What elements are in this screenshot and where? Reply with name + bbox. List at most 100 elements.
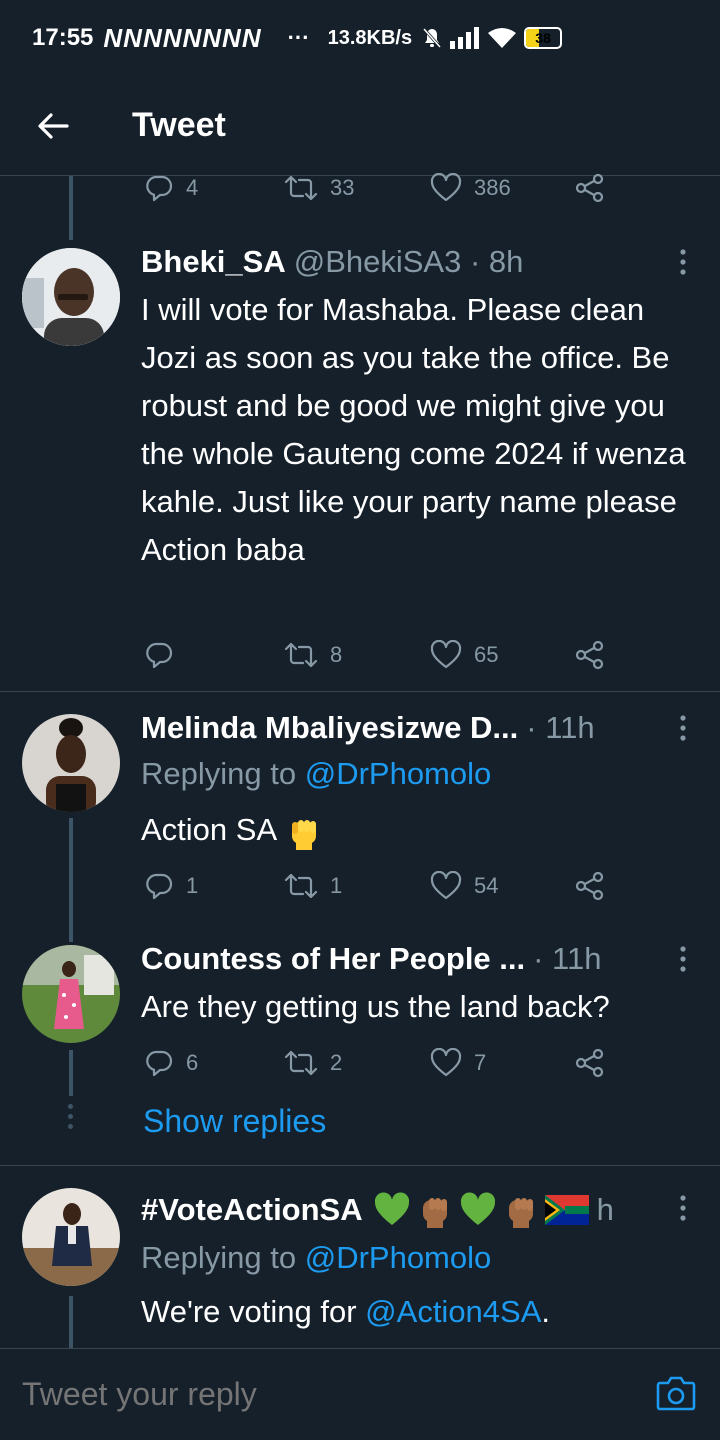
reply-composer <box>0 1348 720 1440</box>
tweet-actions: 8 65 <box>140 635 620 675</box>
avatar[interactable] <box>22 1188 120 1286</box>
retweet-count: 8 <box>330 642 343 667</box>
replying-label: Replying to <box>141 756 297 791</box>
like-button[interactable]: 386 <box>430 173 511 203</box>
raised-fist-emoji-icon <box>292 819 317 850</box>
share-button[interactable] <box>574 871 606 901</box>
mute-icon <box>422 28 442 48</box>
heart-icon <box>430 871 462 900</box>
display-name[interactable]: Countess of Her People ... <box>141 941 525 977</box>
name-emojis <box>373 1190 589 1230</box>
network-speed: 13.8KB/s <box>327 26 413 49</box>
share-button[interactable] <box>574 640 606 670</box>
like-button[interactable]: 65 <box>430 640 498 670</box>
share-icon <box>575 1048 604 1078</box>
like-count: 65 <box>474 642 499 667</box>
tweet-text: We're voting for @Action4SA. <box>141 1288 701 1336</box>
more-options-button[interactable] <box>668 706 698 750</box>
avatar[interactable] <box>22 714 120 812</box>
retweet-button[interactable]: 33 <box>284 173 354 203</box>
reply-button[interactable]: 1 <box>144 871 198 901</box>
status-bar: 17:55 NNNNNNNN ··· 13.8KB/s 38 <box>0 0 720 76</box>
wifi-icon <box>488 28 517 48</box>
reply-mention-link[interactable]: @DrPhomolo <box>305 1240 492 1275</box>
share-button[interactable] <box>574 1048 606 1078</box>
heart-icon <box>430 1048 462 1077</box>
tweet-header: Melinda Mbaliyesizwe D... · 11h <box>141 706 671 750</box>
tweet-actions: 4 33 386 <box>140 168 620 208</box>
share-icon <box>575 640 604 670</box>
tweet-header: Bheki_SA @BhekiSA3 · 8h <box>141 240 671 284</box>
retweet-count: 1 <box>330 873 343 898</box>
reply-icon <box>146 175 173 202</box>
reply-count: 4 <box>186 175 199 200</box>
reply-button[interactable]: 4 <box>144 173 198 203</box>
page-title: Tweet <box>132 106 226 144</box>
tweet-actions: 6 2 7 <box>140 1043 620 1083</box>
reply-count: 6 <box>186 1050 199 1075</box>
avatar[interactable] <box>22 248 120 346</box>
replying-label: Replying to <box>141 1240 297 1275</box>
like-count: 386 <box>474 175 511 200</box>
green-heart-emoji-icon <box>460 1192 495 1225</box>
more-options-button[interactable] <box>668 240 698 284</box>
retweet-button[interactable]: 1 <box>284 871 342 901</box>
replying-to: Replying to @DrPhomolo <box>141 756 491 792</box>
camera-button[interactable] <box>654 1371 698 1415</box>
camera-icon <box>656 1376 696 1411</box>
like-button[interactable]: 54 <box>430 871 498 901</box>
retweet-icon <box>284 1050 318 1076</box>
divider <box>0 691 720 692</box>
system-icons: 38 <box>422 27 563 49</box>
green-heart-emoji-icon <box>374 1192 409 1225</box>
share-icon <box>575 871 604 901</box>
back-arrow-icon <box>38 112 69 139</box>
back-button[interactable] <box>18 91 88 161</box>
reply-button[interactable]: 6 <box>144 1048 198 1078</box>
raised-fist-emoji-icon <box>508 1198 533 1228</box>
thread-line <box>69 818 73 942</box>
more-vertical-icon <box>680 249 686 275</box>
more-options-button[interactable] <box>668 1186 698 1230</box>
south-africa-flag-emoji-icon <box>544 1195 589 1225</box>
avatar[interactable] <box>22 945 120 1043</box>
more-vertical-icon <box>680 715 686 741</box>
retweet-icon <box>284 642 318 668</box>
notification-icons: NNNNNNNN <box>103 22 262 53</box>
retweet-icon <box>284 175 318 201</box>
tweet-text: I will vote for Mashaba. Please clean Jo… <box>141 292 686 567</box>
tweet-text: Action SA <box>141 806 701 854</box>
retweet-count: 2 <box>330 1050 343 1075</box>
like-button[interactable]: 7 <box>430 1048 486 1078</box>
thread-line <box>69 1050 73 1096</box>
display-name[interactable]: Bheki_SA <box>141 244 286 280</box>
display-name[interactable]: #VoteActionSA <box>141 1192 363 1228</box>
reply-icon <box>146 642 173 669</box>
retweet-button[interactable]: 8 <box>284 640 342 670</box>
tweet-text: Are they getting us the land back? <box>141 989 610 1024</box>
heart-icon <box>430 173 462 202</box>
show-replies-link[interactable]: Show replies <box>143 1103 326 1140</box>
mention-link[interactable]: @Action4SA <box>365 1294 541 1329</box>
battery-icon: 38 <box>524 27 563 49</box>
thread-line <box>69 1296 73 1348</box>
reply-mention-link[interactable]: @DrPhomolo <box>305 756 492 791</box>
divider <box>0 1165 720 1166</box>
share-button[interactable] <box>574 173 606 203</box>
retweet-count: 33 <box>330 175 355 200</box>
signal-icon <box>450 27 480 49</box>
retweet-icon <box>284 873 318 899</box>
reply-input[interactable] <box>22 1376 622 1413</box>
tweet-header: #VoteActionSA h <box>141 1188 671 1232</box>
more-options-button[interactable] <box>668 937 698 981</box>
collapsed-thread-dots <box>68 1104 74 1129</box>
tweet-header: Countess of Her People ... · 11h <box>141 937 671 981</box>
handle-time: @BhekiSA3 · 8h <box>293 244 524 279</box>
tweet-text-content: Action SA <box>141 812 276 847</box>
retweet-button[interactable]: 2 <box>284 1048 342 1078</box>
display-name[interactable]: Melinda Mbaliyesizwe D... <box>141 710 518 746</box>
handle-time: h <box>596 1192 614 1227</box>
handle-time: · 11h <box>526 710 595 745</box>
tweet-actions: 1 1 54 <box>140 866 620 906</box>
reply-button[interactable] <box>144 640 186 670</box>
